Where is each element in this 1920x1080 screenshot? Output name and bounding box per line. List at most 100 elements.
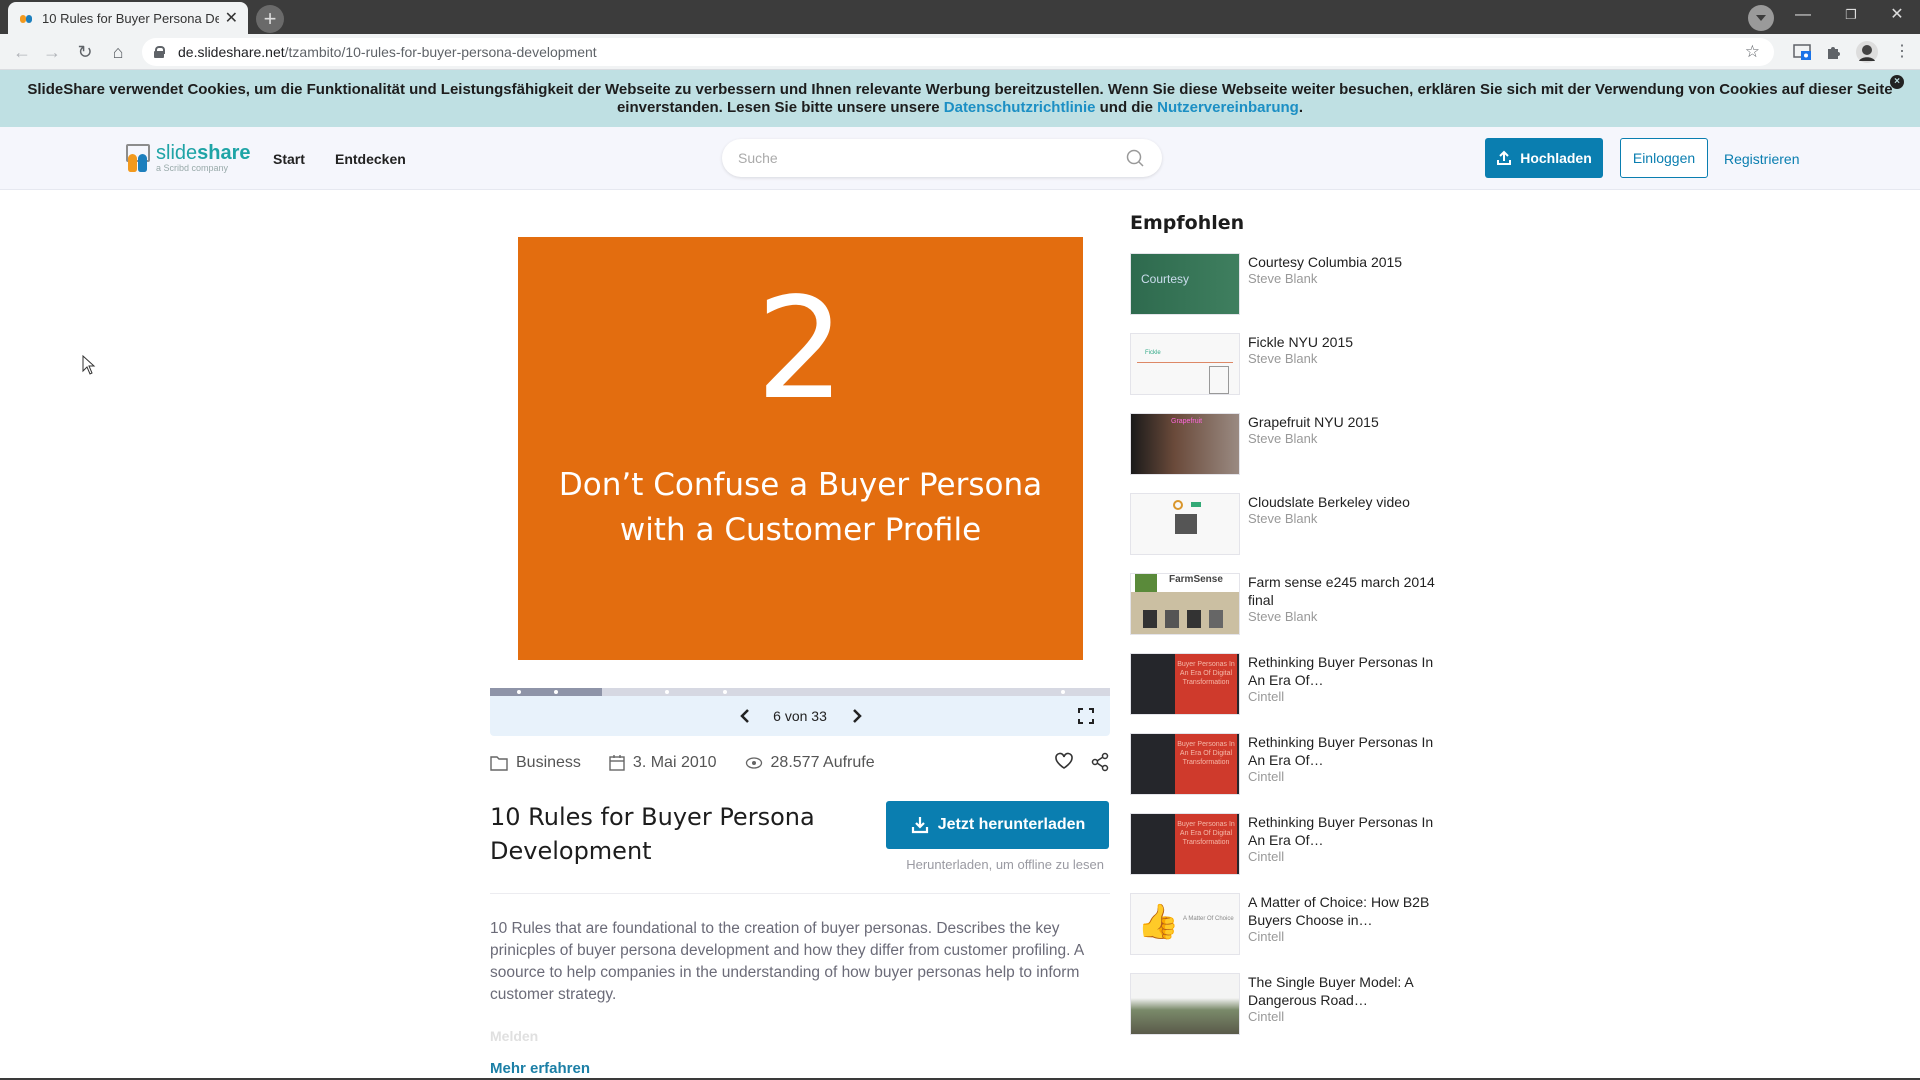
url-host: de.slideshare.net (178, 44, 285, 60)
recommended-author: Steve Blank (1248, 431, 1318, 446)
recommended-thumbnail: 👍 A Matter Of Choice (1130, 893, 1240, 955)
tab-title: 10 Rules for Buyer Persona Devel (42, 10, 219, 26)
address-toolbar: ← → ↻ ⌂ de.slideshare.net/tzambito/10-ru… (0, 34, 1920, 70)
recommended-thumbnail (1130, 973, 1240, 1035)
recommended-item[interactable]: Cloudslate Berkeley video Steve Blank (1130, 493, 1460, 557)
browser-tab[interactable]: 10 Rules for Buyer Persona Devel ✕ (8, 2, 248, 34)
report-link[interactable]: Melden (490, 1028, 538, 1044)
view-count: 28.577 Aufrufe (770, 754, 875, 771)
progress-marker (723, 690, 727, 694)
cookie-text-suffix: . (1298, 99, 1304, 116)
recommended-item[interactable]: Grapefruit Grapefruit NYU 2015 Steve Blan… (1130, 413, 1460, 477)
user-agreement-link[interactable]: Nutzervereinbarung (1157, 99, 1299, 116)
recommended-item[interactable]: FarmSense Farm sense e245 march 2014 fin… (1130, 573, 1460, 637)
next-slide-icon[interactable] (847, 706, 867, 726)
recommended-thumbnail: FarmSense (1130, 573, 1240, 635)
home-icon[interactable]: ⌂ (106, 40, 130, 64)
download-icon (911, 817, 928, 834)
thumbs-up-icon: 👍 (1137, 903, 1180, 941)
publish-date: 3. Mai 2010 (632, 754, 717, 771)
progress-marker (665, 690, 669, 694)
profile-dropdown-icon[interactable] (1748, 5, 1774, 31)
recommended-item[interactable]: Buyer Personas In An Era Of Digital Tran… (1130, 813, 1460, 877)
recommended-thumbnail: Grapefruit (1130, 413, 1240, 475)
folder-icon (490, 756, 508, 771)
cookie-close-icon[interactable]: × (1890, 75, 1904, 89)
extensions-puzzle-icon[interactable] (1824, 42, 1844, 62)
nav-start[interactable]: Start (273, 151, 305, 167)
slide-progress-bar[interactable] (490, 688, 1110, 696)
reload-icon[interactable]: ↻ (73, 40, 97, 64)
learn-more-link[interactable]: Mehr erfahren (490, 1060, 590, 1077)
views-eye-icon (745, 757, 762, 769)
page-indicator: 6 von 33 (773, 708, 827, 724)
recommended-title: Rethinking Buyer Personas In An Era Of… (1248, 814, 1434, 848)
bookmark-star-icon[interactable]: ☆ (1745, 42, 1760, 62)
recommended-author: Cintell (1248, 769, 1285, 784)
recommended-item[interactable]: Fickle Fickle NYU 2015 Steve Blank (1130, 333, 1460, 397)
search-input[interactable] (738, 148, 1098, 168)
document-description: 10 Rules that are foundational to the cr… (490, 920, 1084, 1003)
browser-menu-icon[interactable]: ⋮ (1890, 40, 1914, 64)
previous-slide-icon[interactable] (735, 706, 755, 726)
slideshare-favicon-icon (18, 10, 34, 26)
share-icon[interactable] (1090, 752, 1110, 777)
fullscreen-icon[interactable] (1078, 708, 1094, 724)
minimize-button[interactable]: — (1780, 0, 1826, 30)
lock-icon (154, 46, 165, 58)
recommended-author: Cintell (1248, 689, 1285, 704)
nav-entdecken[interactable]: Entdecken (335, 151, 406, 167)
category-link[interactable]: Business (516, 754, 581, 772)
recommended-title: The Single Buyer Model: A Dangerous Road… (1248, 974, 1413, 1008)
new-tab-button[interactable]: + (256, 5, 284, 33)
upload-label: Hochladen (1520, 150, 1592, 166)
recommended-author: Cintell (1248, 929, 1285, 944)
divider (490, 893, 1110, 894)
progress-marker (554, 690, 558, 694)
cast-extension-icon[interactable] (1792, 42, 1812, 62)
site-header: slideshare a Scribd company Start Entdec… (0, 127, 1920, 190)
forward-icon[interactable]: → (40, 40, 64, 64)
url-bar[interactable]: de.slideshare.net/tzambito/10-rules-for-… (142, 38, 1774, 66)
recommended-thumbnail (1130, 493, 1240, 555)
recommended-author: Steve Blank (1248, 511, 1318, 526)
progress-marker (517, 690, 521, 694)
recommended-thumbnail: Buyer Personas In An Era Of Digital Tran… (1130, 733, 1240, 795)
upload-icon (1497, 150, 1512, 165)
back-icon[interactable]: ← (10, 40, 34, 64)
restore-button[interactable]: ❐ (1828, 0, 1874, 30)
progress-marker (1061, 690, 1065, 694)
search-box (722, 139, 1162, 177)
download-button[interactable]: Jetzt herunterladen (886, 801, 1109, 849)
tab-close-icon[interactable]: ✕ (225, 8, 238, 28)
recommended-item[interactable]: 👍 A Matter Of Choice A Matter of Choice: … (1130, 893, 1460, 957)
slide-image[interactable]: 2 Don’t Confuse a Buyer Persona with a C… (518, 237, 1083, 660)
recommended-title: Rethinking Buyer Personas In An Era Of… (1248, 734, 1434, 768)
search-icon[interactable] (1126, 149, 1144, 167)
cookie-text-line1: SlideShare verwendet Cookies, um die Fun… (27, 81, 1893, 98)
recommended-item[interactable]: Buyer Personas In An Era Of Digital Tran… (1130, 653, 1460, 717)
register-link[interactable]: Registrieren (1724, 151, 1799, 167)
recommended-author: Steve Blank (1248, 351, 1318, 366)
recommended-item[interactable]: Buyer Personas In An Era Of Digital Tran… (1130, 733, 1460, 797)
recommended-item[interactable]: Courtesy Courtesy Columbia 2015 Steve Bla… (1130, 253, 1460, 317)
profile-avatar-icon[interactable] (1856, 41, 1878, 63)
slideshare-logo[interactable]: slideshare a Scribd company (124, 143, 251, 174)
browser-tab-bar: 10 Rules for Buyer Persona Devel ✕ + — ❐… (0, 0, 1920, 34)
recommended-title: A Matter of Choice: How B2B Buyers Choos… (1248, 894, 1430, 928)
recommended-title: Farm sense e245 march 2014 final (1248, 574, 1435, 608)
document-meta: Business 3. Mai 2010 28.577 Aufrufe (490, 752, 1110, 774)
upload-button[interactable]: Hochladen (1485, 138, 1603, 178)
privacy-policy-link[interactable]: Datenschutzrichtlinie (944, 99, 1096, 116)
cookie-text-mid: und die (1095, 99, 1158, 116)
calendar-icon (609, 755, 625, 771)
recommended-thumbnail: Courtesy (1130, 253, 1240, 315)
recommended-title: Courtesy Columbia 2015 (1248, 254, 1403, 270)
logo-name-bold: share (197, 142, 251, 164)
cookie-banner: SlideShare verwendet Cookies, um die Fun… (0, 70, 1920, 127)
login-button[interactable]: Einloggen (1620, 138, 1708, 178)
close-window-button[interactable]: ✕ (1874, 0, 1920, 30)
logo-subtitle: a Scribd company (156, 163, 229, 173)
like-heart-icon[interactable] (1054, 752, 1074, 777)
recommended-item[interactable]: The Single Buyer Model: A Dangerous Road… (1130, 973, 1460, 1037)
